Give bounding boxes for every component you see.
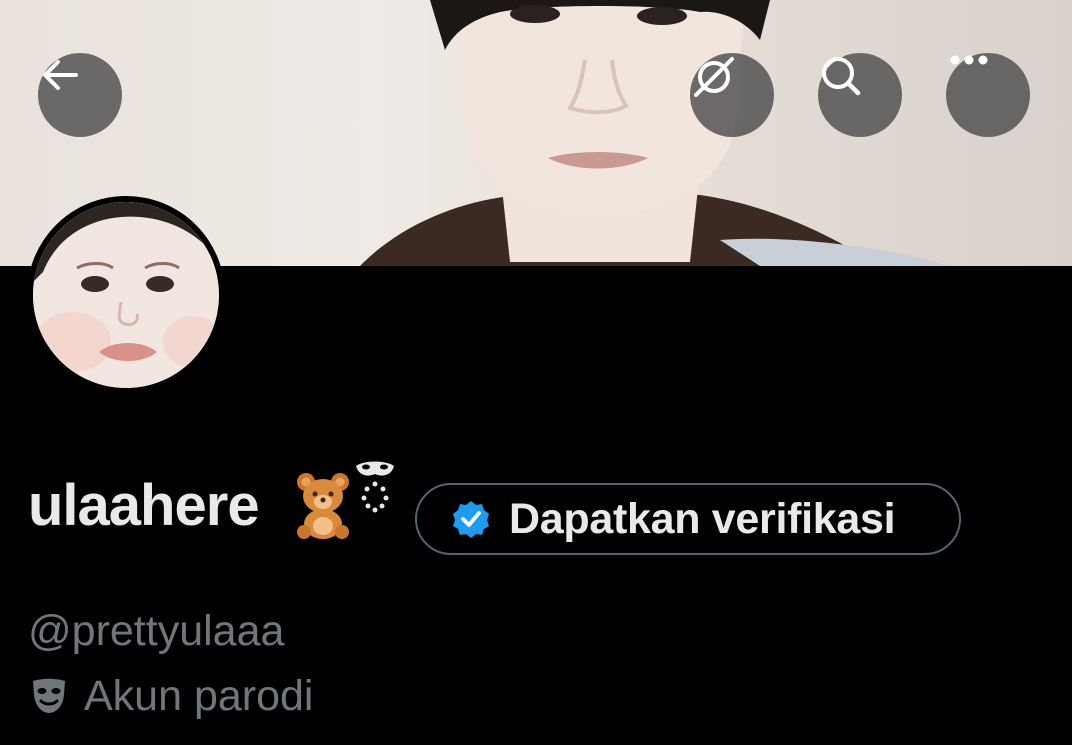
parody-account-label: Akun parodi — [30, 668, 314, 724]
parody-text: Akun parodi — [84, 672, 314, 720]
get-verified-label: Dapatkan verifikasi — [509, 494, 896, 543]
search-button[interactable] — [818, 53, 902, 137]
teddy-bear-icon — [292, 470, 354, 545]
theater-mask-decoration-icon — [354, 458, 396, 519]
profile-avatar[interactable] — [27, 196, 225, 394]
arrow-left-icon — [43, 60, 78, 90]
display-name: ulaahere — [28, 473, 260, 538]
get-verified-button[interactable]: Dapatkan verifikasi — [415, 483, 961, 555]
search-icon — [822, 57, 861, 96]
back-button[interactable] — [38, 53, 122, 137]
more-button[interactable] — [946, 53, 1030, 137]
avatar-photo — [33, 202, 219, 388]
grok-button[interactable] — [690, 53, 774, 137]
grok-icon — [694, 57, 734, 97]
user-handle: @prettyulaaa — [28, 607, 285, 655]
more-horizontal-icon — [950, 55, 988, 65]
profile-page: ulaahere Dapatkan verifikasi @prettyulaa… — [0, 0, 1072, 745]
verified-badge-icon — [453, 501, 489, 538]
theater-mask-icon — [33, 678, 65, 713]
